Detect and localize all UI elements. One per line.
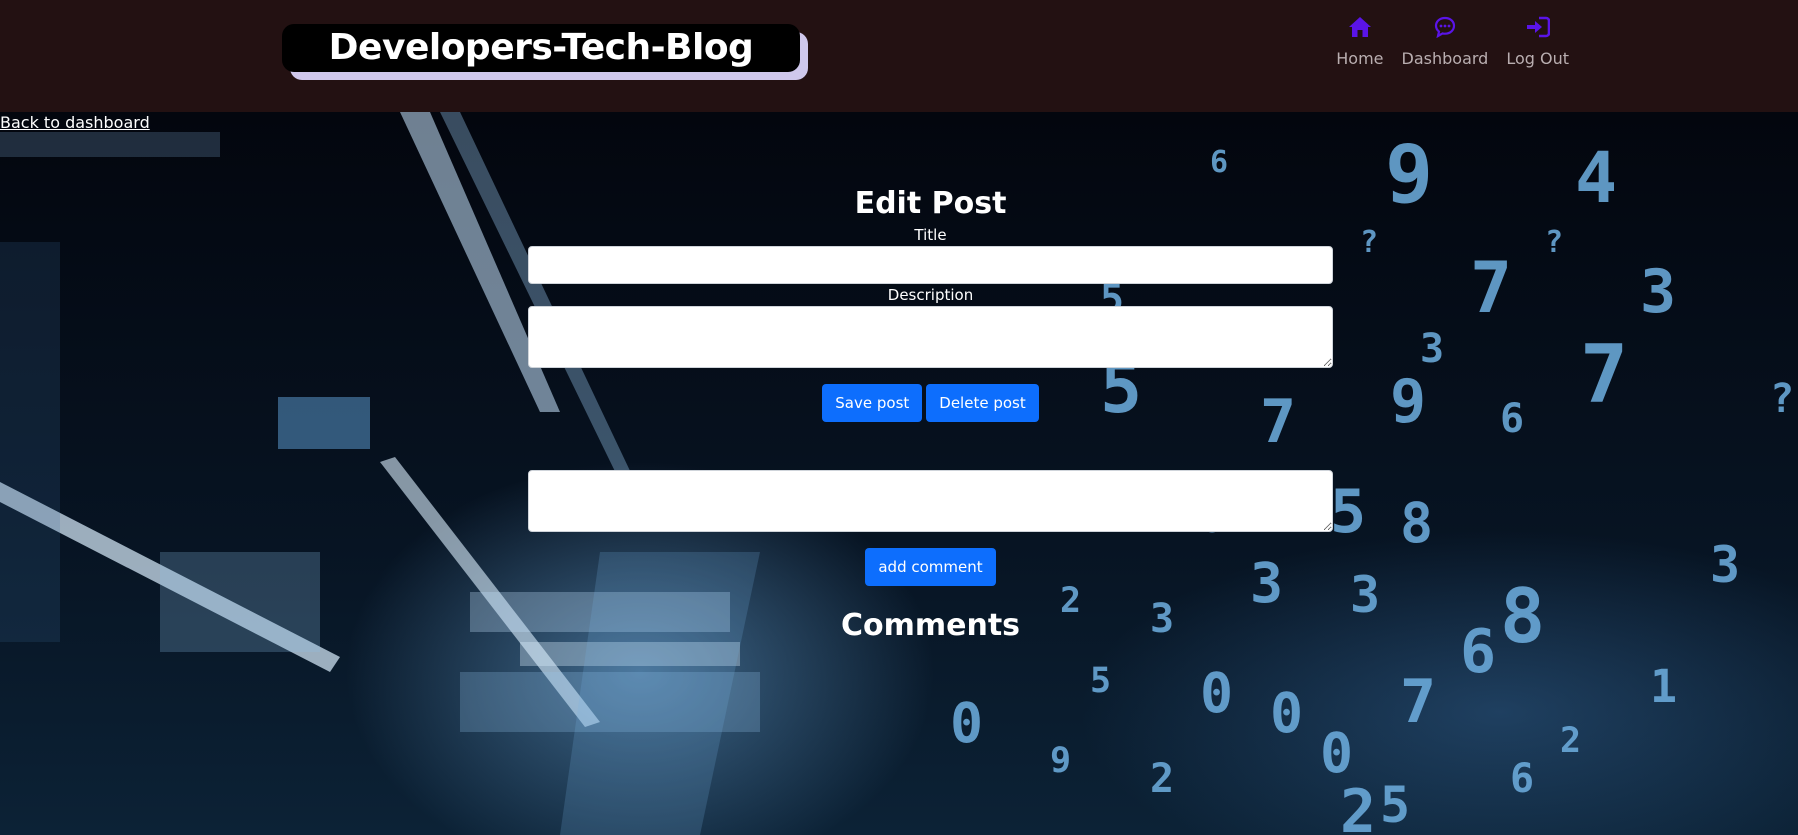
nav-home[interactable]: Home <box>1334 14 1385 68</box>
svg-text:0: 0 <box>1320 721 1353 785</box>
svg-text:4: 4 <box>1575 137 1617 219</box>
nav-logout-label: Log Out <box>1506 49 1569 68</box>
description-textarea[interactable] <box>528 306 1333 368</box>
delete-post-button[interactable]: Delete post <box>926 384 1039 422</box>
svg-text:6: 6 <box>1210 145 1228 180</box>
svg-text:?: ? <box>1545 225 1563 260</box>
page-title: Edit Post <box>854 186 1007 221</box>
svg-text:5: 5 <box>1090 661 1111 701</box>
svg-text:5: 5 <box>1330 477 1366 547</box>
svg-text:8: 8 <box>1500 572 1545 660</box>
svg-text:7: 7 <box>1400 667 1436 737</box>
svg-text:9: 9 <box>1390 367 1426 437</box>
description-label: Description <box>887 286 974 304</box>
title-input[interactable] <box>528 246 1333 284</box>
chat-icon <box>1432 14 1458 40</box>
svg-text:?: ? <box>1360 225 1378 260</box>
svg-text:9: 9 <box>1385 128 1433 221</box>
svg-text:6: 6 <box>1510 756 1534 802</box>
home-icon <box>1347 14 1373 40</box>
main-nav: Home Dashboard Log Out <box>1334 14 1571 68</box>
post-actions: Save post Delete post <box>528 384 1333 422</box>
svg-text:9: 9 <box>1050 741 1071 781</box>
back-to-dashboard-link[interactable]: Back to dashboard <box>0 113 150 132</box>
edit-post-section: Edit Post Title Description Save post De… <box>528 180 1333 646</box>
svg-text:2: 2 <box>1150 756 1174 802</box>
brand-logo[interactable]: Developers-Tech-Blog <box>282 24 808 80</box>
svg-text:8: 8 <box>1400 491 1433 555</box>
svg-text:6: 6 <box>1460 617 1496 687</box>
svg-text:3: 3 <box>1420 326 1444 372</box>
comment-actions: add comment <box>528 548 1333 586</box>
svg-text:0: 0 <box>950 691 983 755</box>
svg-text:5: 5 <box>1380 776 1410 834</box>
svg-text:3: 3 <box>1710 536 1740 594</box>
svg-text:0: 0 <box>1200 661 1233 725</box>
svg-text:1: 1 <box>1650 660 1677 713</box>
svg-text:2: 2 <box>1340 777 1376 835</box>
brand-title[interactable]: Developers-Tech-Blog <box>282 24 800 72</box>
nav-dashboard[interactable]: Dashboard <box>1400 14 1491 68</box>
nav-home-label: Home <box>1336 49 1384 68</box>
site-header: Developers-Tech-Blog Home Dashboard Log … <box>0 0 1798 112</box>
svg-text:0: 0 <box>1270 681 1303 745</box>
svg-text:3: 3 <box>1350 566 1380 624</box>
comments-heading: Comments <box>840 608 1021 643</box>
title-label: Title <box>914 226 947 244</box>
svg-text:?: ? <box>1770 376 1794 422</box>
nav-dashboard-label: Dashboard <box>1401 49 1489 68</box>
svg-text:7: 7 <box>1470 247 1512 329</box>
save-post-button[interactable]: Save post <box>822 384 923 422</box>
add-comment-button[interactable]: add comment <box>865 548 996 586</box>
svg-text:6: 6 <box>1500 396 1524 442</box>
svg-text:3: 3 <box>1640 257 1676 327</box>
comment-textarea[interactable] <box>528 470 1333 532</box>
svg-text:7: 7 <box>1580 328 1628 421</box>
svg-text:2: 2 <box>1560 721 1581 761</box>
logout-icon <box>1525 14 1551 40</box>
nav-logout[interactable]: Log Out <box>1504 14 1571 68</box>
